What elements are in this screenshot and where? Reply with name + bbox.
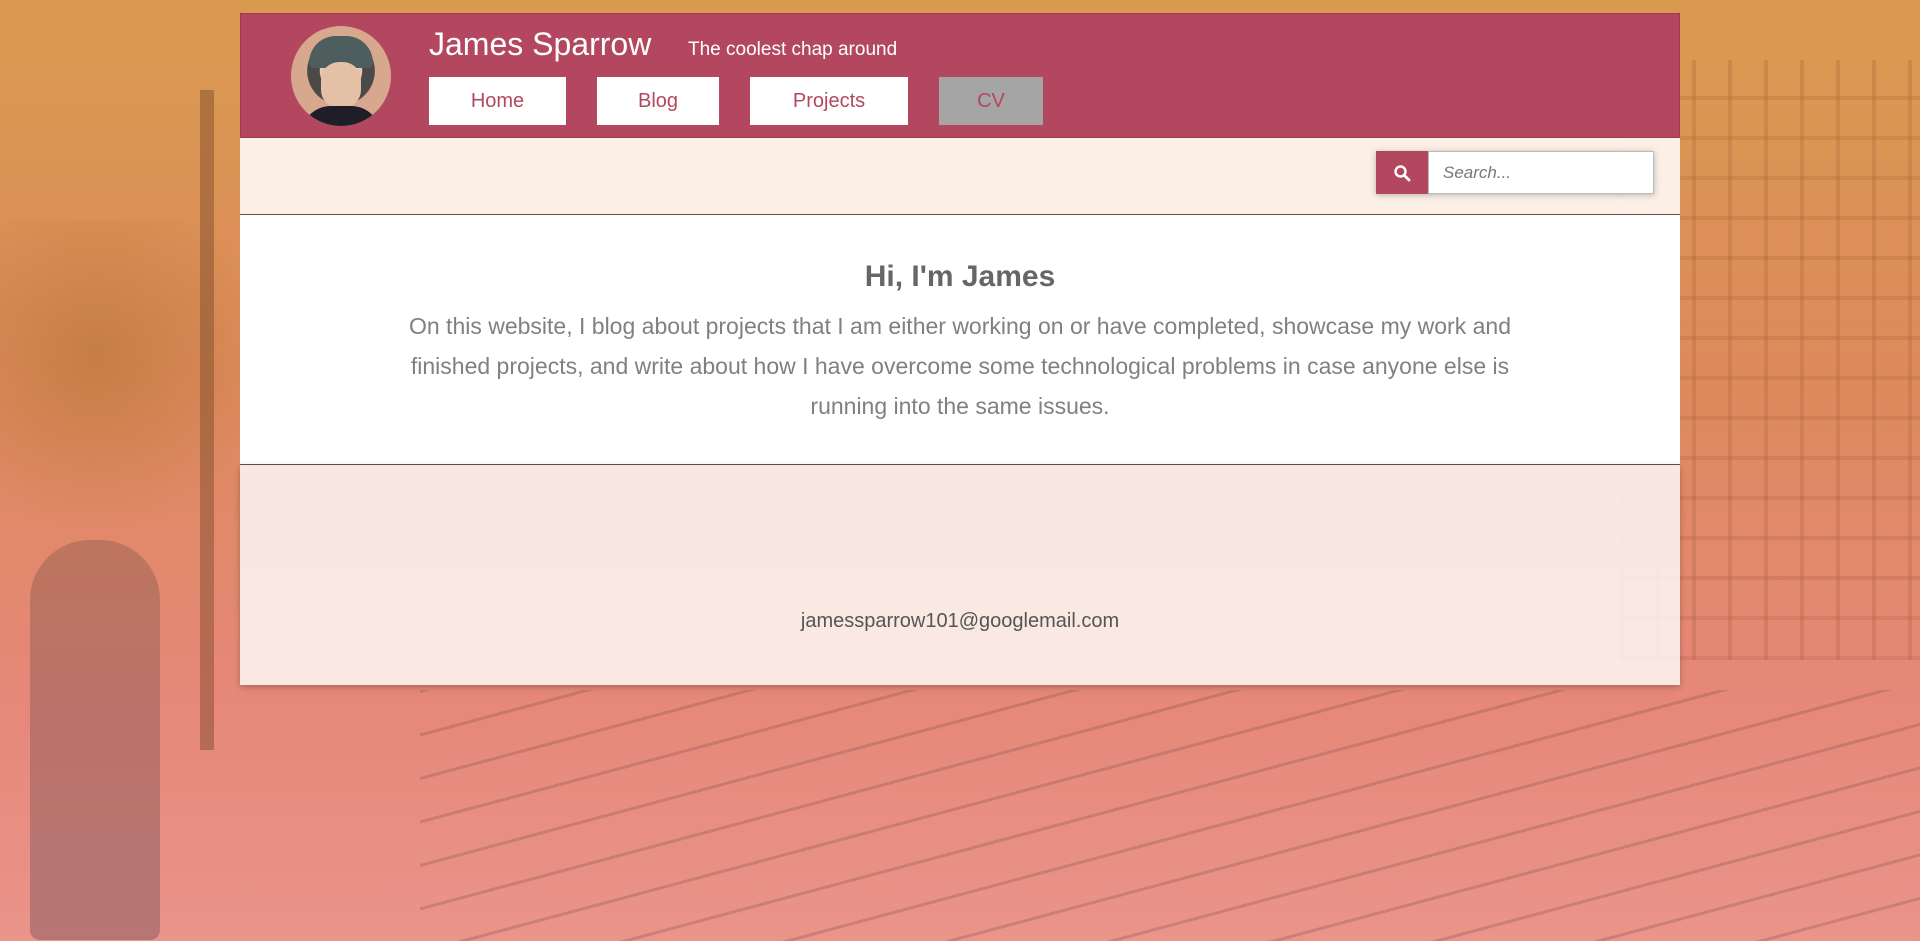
search-button[interactable] [1376,151,1428,194]
background-pole [200,90,214,750]
site-footer: jamessparrow101@googlemail.com [240,465,1680,685]
avatar-jacket [301,106,381,126]
nav-blog-button[interactable]: Blog [597,77,719,125]
nav-home-button[interactable]: Home [429,77,566,125]
background-tracks [420,690,1920,941]
nav-cv-button[interactable]: CV [939,77,1043,125]
site-header: James Sparrow The coolest chap around Ho… [240,13,1680,138]
search-icon [1394,164,1411,181]
main-nav: Home Blog Projects CV [429,77,1043,125]
search-bar-row [240,138,1680,215]
intro-heading: Hi, I'm James [864,260,1056,293]
page-container: James Sparrow The coolest chap around Ho… [240,13,1680,685]
search-box [1376,151,1654,194]
avatar [291,26,391,126]
intro-section: Hi, I'm James On this website, I blog ab… [240,215,1680,465]
site-tagline: The coolest chap around [688,39,898,60]
site-title: James Sparrow [429,26,652,62]
footer-email-link[interactable]: jamessparrow101@googlemail.com [240,610,1680,633]
avatar-face [321,62,361,108]
background-person [30,540,160,940]
intro-text: On this website, I blog about projects t… [408,313,1511,419]
search-input[interactable] [1428,151,1654,194]
nav-projects-button[interactable]: Projects [750,77,908,125]
